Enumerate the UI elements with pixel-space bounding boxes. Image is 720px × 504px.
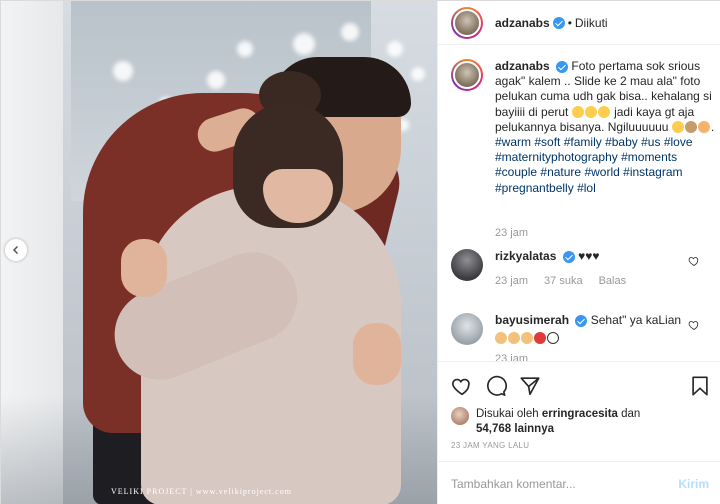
blushing-emoji-icon — [697, 120, 710, 133]
caption-username[interactable]: adzanabs — [495, 59, 550, 73]
caption-line: pelukan cuma udh gak bisa.. kehalang — [495, 89, 700, 104]
photo-bokeh — [237, 41, 253, 57]
previous-slide-button[interactable] — [5, 239, 27, 261]
post-header: adzanabs • Diikuti — [438, 1, 720, 45]
photo-bokeh — [207, 71, 225, 89]
photo-watermark: VELIKI PROJECT | www.velikiproject.com — [111, 487, 292, 496]
comment-item: rizkyalatas ♥♥♥ 23 jam 37 suka Balas — [451, 249, 713, 289]
bookmark-icon[interactable] — [689, 375, 711, 397]
likes-conjunction: dan — [621, 408, 641, 420]
comment-heart-icon[interactable] — [688, 255, 700, 267]
comments-list[interactable]: adzanabs Foto pertama sok srious agak" k… — [438, 45, 720, 361]
comment-username[interactable]: bayusimerah — [495, 313, 569, 327]
hashtag-link[interactable]: #love — [664, 135, 693, 149]
comment-text: ♥♥♥ — [578, 249, 600, 263]
verified-icon — [575, 314, 588, 327]
laughing-emoji-icon — [597, 105, 610, 118]
comment-body: bayusimerah Sehat" ya kaLian 23 jam — [495, 313, 691, 361]
caption-text: adzanabs Foto pertama sok srious agak" k… — [495, 59, 715, 195]
post-date[interactable]: 23 JAM YANG LALU — [451, 441, 529, 450]
monkey-emoji-icon — [684, 120, 697, 133]
share-icon[interactable] — [519, 375, 541, 397]
avatar[interactable] — [451, 6, 483, 39]
reply-button[interactable]: Balas — [599, 274, 627, 289]
comment-text: Sehat" ya kaLian — [590, 313, 682, 327]
avatar[interactable] — [451, 407, 469, 425]
hashtag-link[interactable]: #pregnantbelly — [495, 181, 574, 195]
avatar-image — [453, 8, 481, 37]
hashtag-link[interactable]: #world — [584, 165, 619, 179]
comment-time[interactable]: 23 jam — [495, 274, 528, 289]
likes-prefix: Disukai oleh — [476, 408, 539, 420]
post-side-panel: adzanabs • Diikuti adzanabs Foto pertama… — [437, 1, 720, 504]
soccer-ball-emoji-icon — [547, 332, 559, 344]
comment-body: rizkyalatas ♥♥♥ 23 jam 37 suka Balas — [495, 249, 691, 289]
comment-like-count[interactable]: 37 suka — [544, 274, 583, 289]
post-comment-button[interactable]: Kirim — [678, 477, 709, 491]
caption-line: Foto pertama sok srious — [571, 59, 701, 73]
caption: adzanabs Foto pertama sok srious agak" k… — [451, 59, 717, 196]
photo-bokeh — [387, 41, 403, 57]
photo-bokeh — [113, 61, 133, 81]
hashtag-link[interactable]: #lol — [577, 181, 596, 195]
photo-hand — [121, 239, 167, 297]
laughing-emoji-icon — [671, 120, 684, 133]
laughing-emoji-icon — [571, 105, 584, 118]
comment-username[interactable]: rizkyalatas — [495, 249, 556, 263]
hashtag-link[interactable]: #warm — [495, 135, 531, 149]
pray-emoji-icon — [495, 332, 507, 344]
comment-item: bayusimerah Sehat" ya kaLian 23 jam — [451, 313, 713, 361]
caption-line: jadi kaya gt — [614, 104, 675, 119]
hashtag-link[interactable]: #soft — [534, 135, 560, 149]
comment-heart-icon[interactable] — [688, 319, 700, 331]
caption-line: agak" kalem .. Slide ke 2 mau ala" foto — [495, 74, 701, 89]
verified-icon — [562, 250, 575, 263]
pray-emoji-icon — [521, 332, 533, 344]
laughing-emoji-icon — [584, 105, 597, 118]
likes-user[interactable]: erringracesita — [542, 408, 618, 420]
avatar[interactable] — [451, 313, 483, 345]
chevron-left-icon — [12, 245, 19, 255]
header-username[interactable]: adzanabs — [495, 16, 550, 30]
hashtag-link[interactable]: #maternityphotography — [495, 150, 618, 164]
caption-time[interactable]: 23 jam — [495, 227, 528, 239]
add-comment-bar: Kirim — [438, 461, 720, 504]
separator-dot: • — [567, 15, 572, 30]
hashtag-link[interactable]: #us — [641, 135, 660, 149]
avatar[interactable] — [451, 59, 483, 91]
action-bar — [438, 361, 720, 409]
comment-meta: 23 jam 37 suka Balas — [495, 274, 691, 289]
photo-bokeh — [293, 33, 315, 55]
comment-icon[interactable] — [485, 375, 507, 397]
hashtag-link[interactable]: #family — [564, 135, 602, 149]
follow-status-button[interactable]: Diikuti — [575, 16, 608, 30]
avatar[interactable] — [451, 249, 483, 281]
post-modal: VELIKI PROJECT | www.velikiproject.com a… — [0, 0, 720, 504]
photo-bokeh — [411, 67, 425, 81]
pray-emoji-icon — [508, 332, 520, 344]
hashtag-link[interactable]: #couple — [495, 165, 537, 179]
likes-text: Disukai oleh erringracesita dan 54,768 l… — [476, 407, 686, 436]
verified-icon — [556, 60, 569, 73]
hashtag-link[interactable]: #instagram — [623, 165, 682, 179]
red-heart-emoji-icon — [534, 332, 546, 344]
photo-bokeh — [341, 23, 359, 41]
photo-hand — [353, 323, 401, 385]
comment-input[interactable] — [451, 476, 679, 491]
heart-icon[interactable] — [451, 375, 473, 397]
hashtag-link[interactable]: #nature — [540, 165, 581, 179]
post-photo[interactable]: VELIKI PROJECT | www.velikiproject.com — [1, 1, 437, 504]
hashtag-link[interactable]: #baby — [605, 135, 638, 149]
likes-count[interactable]: 54,768 lainnya — [476, 423, 554, 435]
comment-time[interactable]: 23 jam — [495, 352, 528, 361]
likes-summary: Disukai oleh erringracesita dan 54,768 l… — [451, 407, 686, 436]
comment-meta: 23 jam — [495, 352, 691, 361]
hashtag-link[interactable]: #moments — [621, 150, 677, 164]
avatar-image — [453, 61, 481, 89]
verified-icon — [552, 16, 565, 29]
